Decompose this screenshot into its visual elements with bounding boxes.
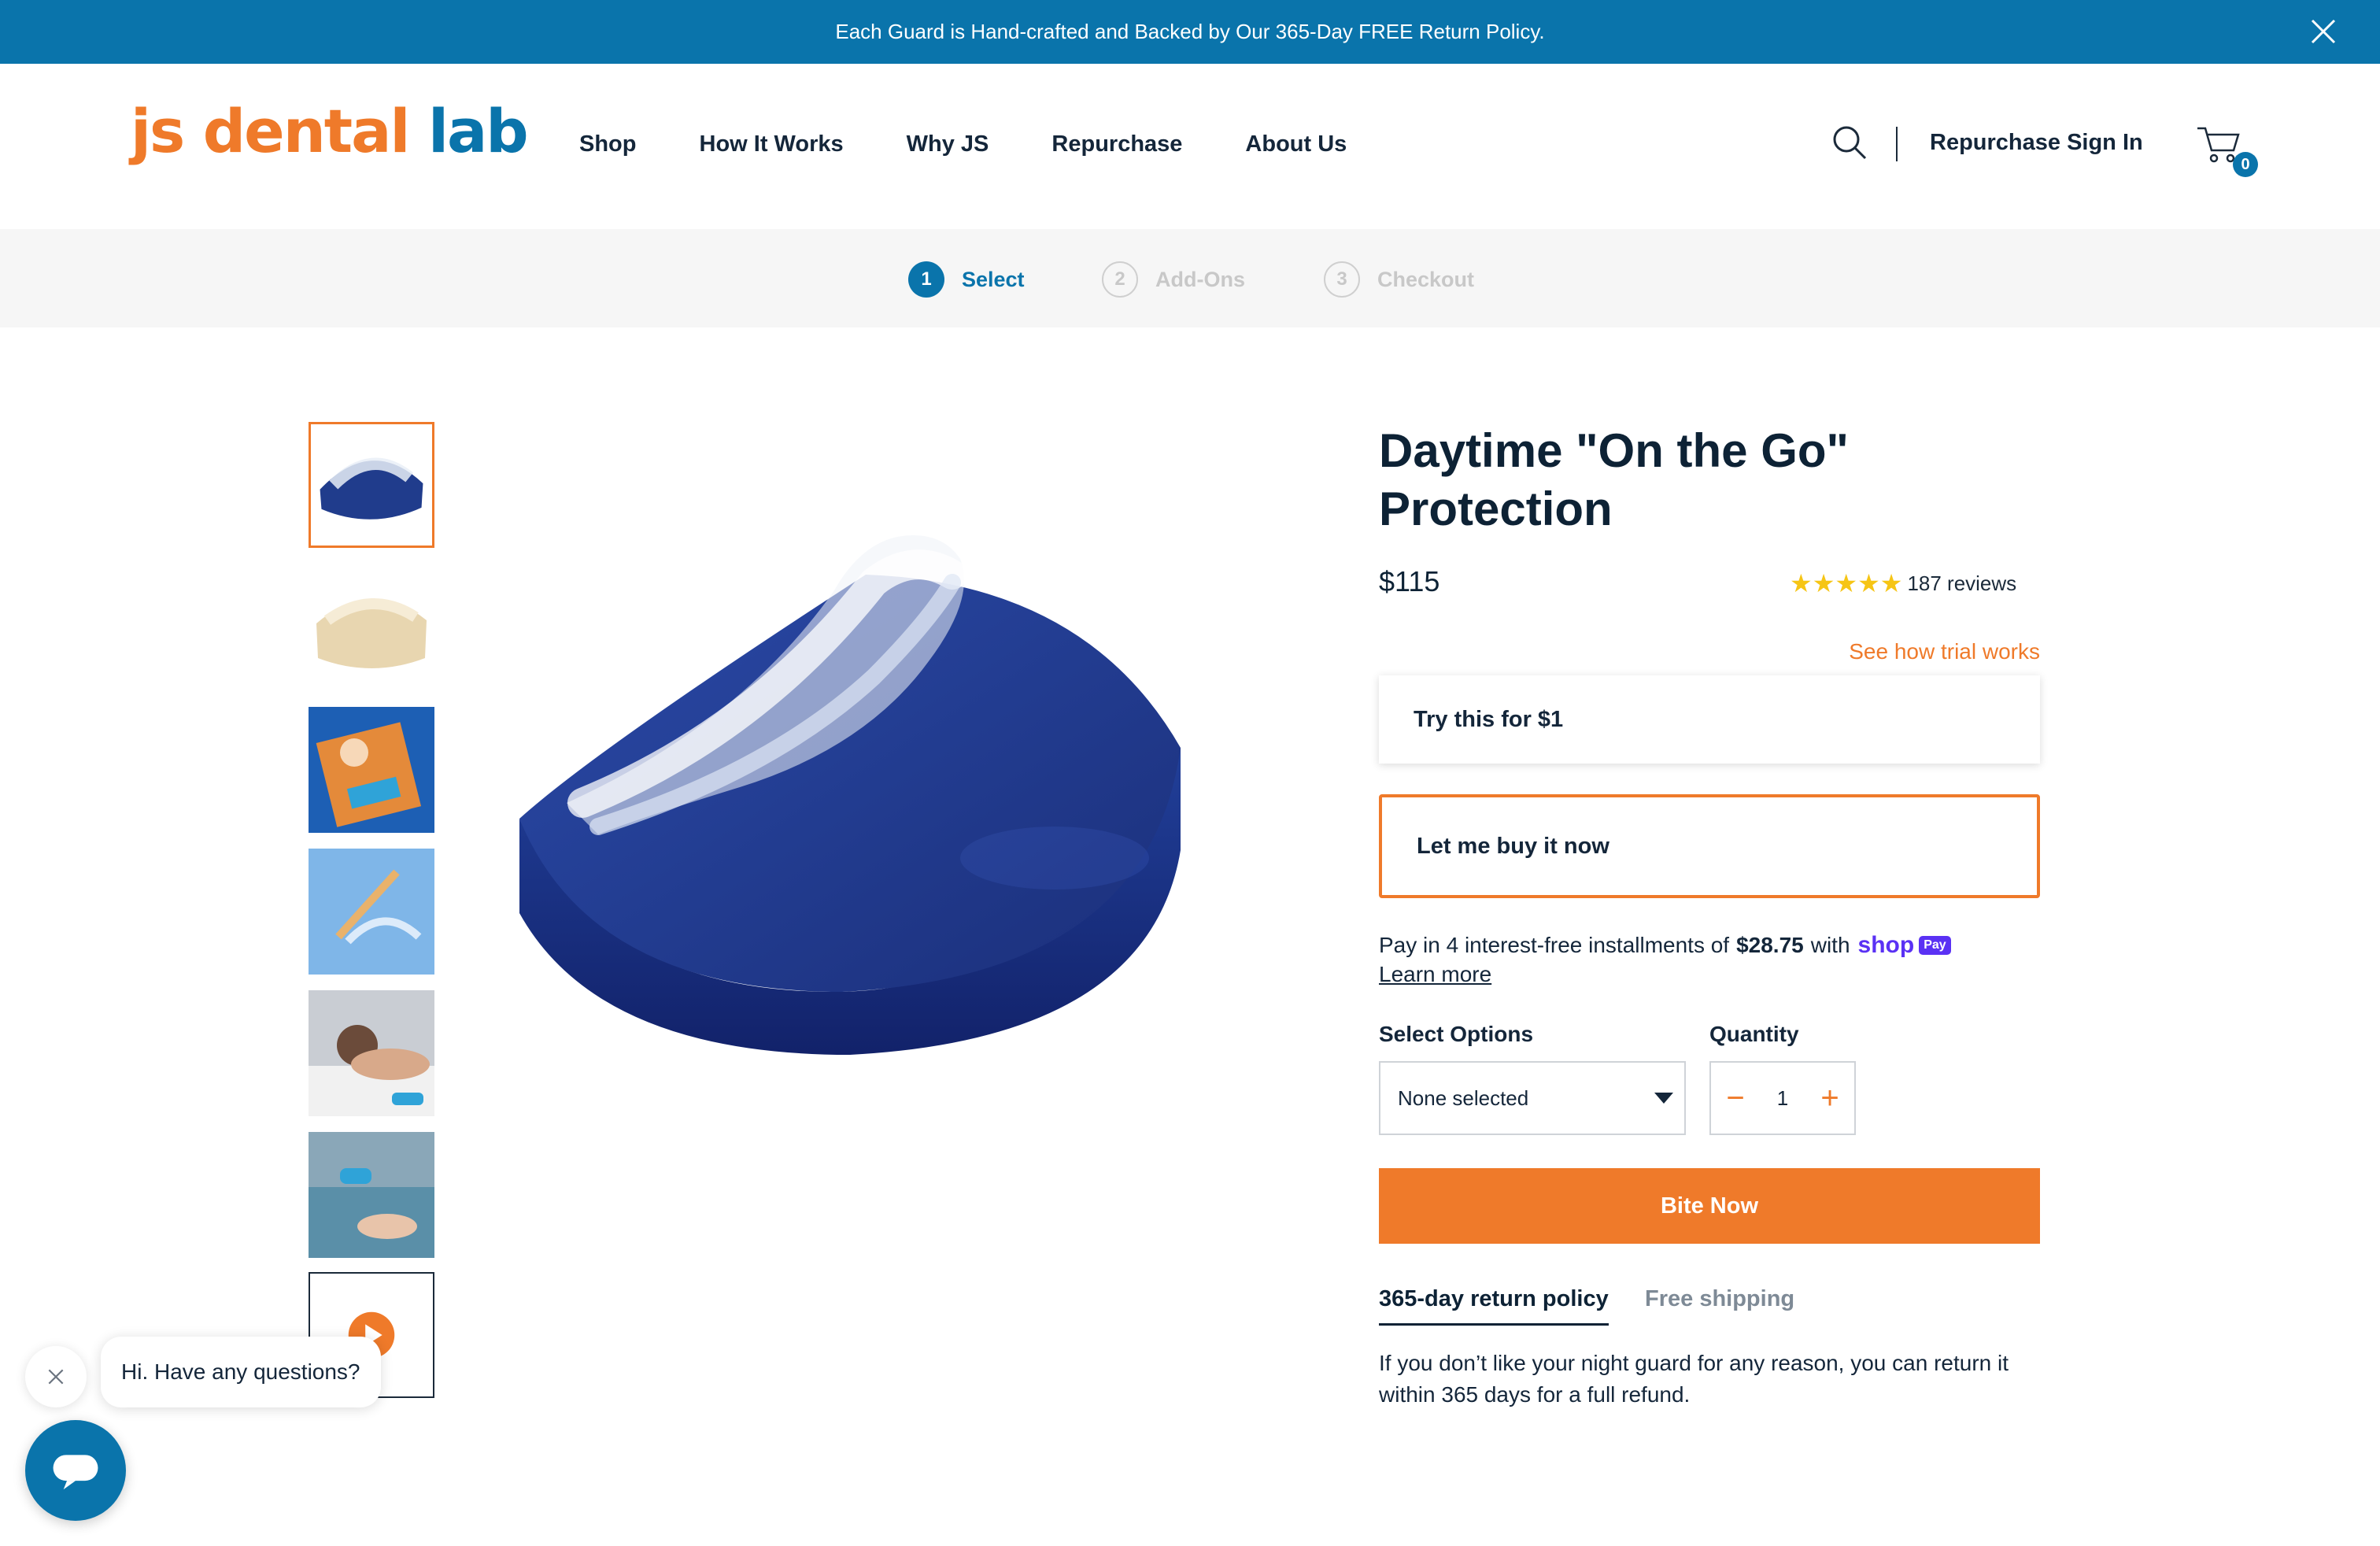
main-nav: Shop How It Works Why JS Repurchase Abou… xyxy=(579,131,1410,157)
announcement-text: Each Guard is Hand-crafted and Backed by… xyxy=(835,20,1545,43)
nav-repurchase[interactable]: Repurchase xyxy=(1051,131,1182,157)
header-divider xyxy=(1896,127,1898,161)
nav-about-us[interactable]: About Us xyxy=(1245,131,1347,157)
quantity-decrease-button[interactable]: − xyxy=(1711,1063,1760,1134)
step-label: Select xyxy=(962,267,1025,291)
quantity-label: Quantity xyxy=(1709,1022,1799,1046)
see-how-trial-works-link[interactable]: See how trial works xyxy=(1849,639,2040,664)
product-rating[interactable]: ★★★★★ 187 reviews xyxy=(1790,568,2016,598)
step-number: 1 xyxy=(908,261,944,298)
learn-more-link[interactable]: Learn more xyxy=(1379,962,1491,987)
tab-return-policy[interactable]: 365-day return policy xyxy=(1379,1286,1609,1326)
product-price: $115 xyxy=(1379,565,1440,597)
close-icon[interactable] xyxy=(2308,16,2339,47)
select-options-dropdown[interactable]: None selected xyxy=(1379,1061,1686,1135)
quantity-value[interactable]: 1 xyxy=(1760,1086,1805,1111)
shop-pay-logo: shop xyxy=(1857,932,1915,958)
logo[interactable]: js dental lab xyxy=(131,102,529,161)
tab-content: If you don’t like your night guard for a… xyxy=(1379,1351,2009,1407)
installments-with: with xyxy=(1810,933,1850,957)
logo-text-primary: js dental xyxy=(131,96,428,166)
step-number: 3 xyxy=(1324,261,1360,298)
step-label: Checkout xyxy=(1377,267,1475,291)
cart-count-badge: 0 xyxy=(2233,152,2258,177)
installment-amount: $28.75 xyxy=(1736,933,1804,957)
step-number: 2 xyxy=(1102,261,1138,298)
option-try-for-1[interactable]: Try this for $1 xyxy=(1379,675,2040,764)
star-rating-icon: ★★★★★ xyxy=(1790,569,1903,597)
review-count: 187 reviews xyxy=(1907,571,2017,595)
select-options-label: Select Options xyxy=(1379,1022,1534,1046)
chat-greeting-text: Hi. Have any questions? xyxy=(121,1359,360,1384)
thumbnail-woman-sleeping[interactable] xyxy=(309,990,434,1116)
close-icon xyxy=(48,1369,64,1385)
thumbnail-hands-with-guard[interactable] xyxy=(309,1132,434,1258)
site-header: js dental lab Shop How It Works Why JS R… xyxy=(0,64,2380,229)
thumbnail-dental-model[interactable] xyxy=(309,565,434,691)
step-select[interactable]: 1 Select xyxy=(908,261,1025,298)
announcement-bar: Each Guard is Hand-crafted and Backed by… xyxy=(0,0,2380,64)
thumbnail-product-box[interactable] xyxy=(309,707,434,833)
product-title: Daytime "On the Go" Protection xyxy=(1379,424,1849,535)
installments-text: Pay in 4 interest-free installments of xyxy=(1379,933,1730,957)
shop-pay-badge: Pay xyxy=(1919,936,1951,955)
chat-icon xyxy=(53,1455,98,1490)
thumbnail-guard-on-case[interactable] xyxy=(309,422,434,548)
option-buy-now[interactable]: Let me buy it now xyxy=(1379,794,2040,898)
option-label: Let me buy it now xyxy=(1417,833,1609,859)
main-product-image xyxy=(504,488,1196,1071)
nav-shop[interactable]: Shop xyxy=(579,131,637,157)
step-checkout[interactable]: 3 Checkout xyxy=(1324,261,1474,298)
chevron-down-icon xyxy=(1654,1093,1673,1104)
logo-text-secondary: lab xyxy=(427,96,529,166)
installments-line: Pay in 4 interest-free installments of $… xyxy=(1379,932,1951,959)
checkout-steps: 1 Select 2 Add-Ons 3 Checkout xyxy=(0,229,2380,327)
chat-greeting-bubble[interactable]: Hi. Have any questions? xyxy=(101,1337,381,1407)
chat-launcher-button[interactable] xyxy=(25,1420,126,1521)
option-label: Try this for $1 xyxy=(1414,706,1564,732)
nav-why-js[interactable]: Why JS xyxy=(907,131,989,157)
repurchase-sign-in-link[interactable]: Repurchase Sign In xyxy=(1930,130,2143,156)
select-value: None selected xyxy=(1398,1086,1529,1110)
step-label: Add-Ons xyxy=(1155,267,1245,291)
quantity-stepper[interactable]: − 1 + xyxy=(1709,1061,1856,1135)
thumbnail-toothbrush[interactable] xyxy=(309,849,434,975)
step-add-ons[interactable]: 2 Add-Ons xyxy=(1102,261,1245,298)
search-icon[interactable] xyxy=(1831,124,1868,161)
quantity-increase-button[interactable]: + xyxy=(1805,1063,1854,1134)
chat-close-button[interactable] xyxy=(25,1346,87,1407)
tab-free-shipping[interactable]: Free shipping xyxy=(1645,1286,1794,1323)
nav-how-it-works[interactable]: How It Works xyxy=(700,131,844,157)
bite-now-button[interactable]: Bite Now xyxy=(1379,1168,2040,1244)
